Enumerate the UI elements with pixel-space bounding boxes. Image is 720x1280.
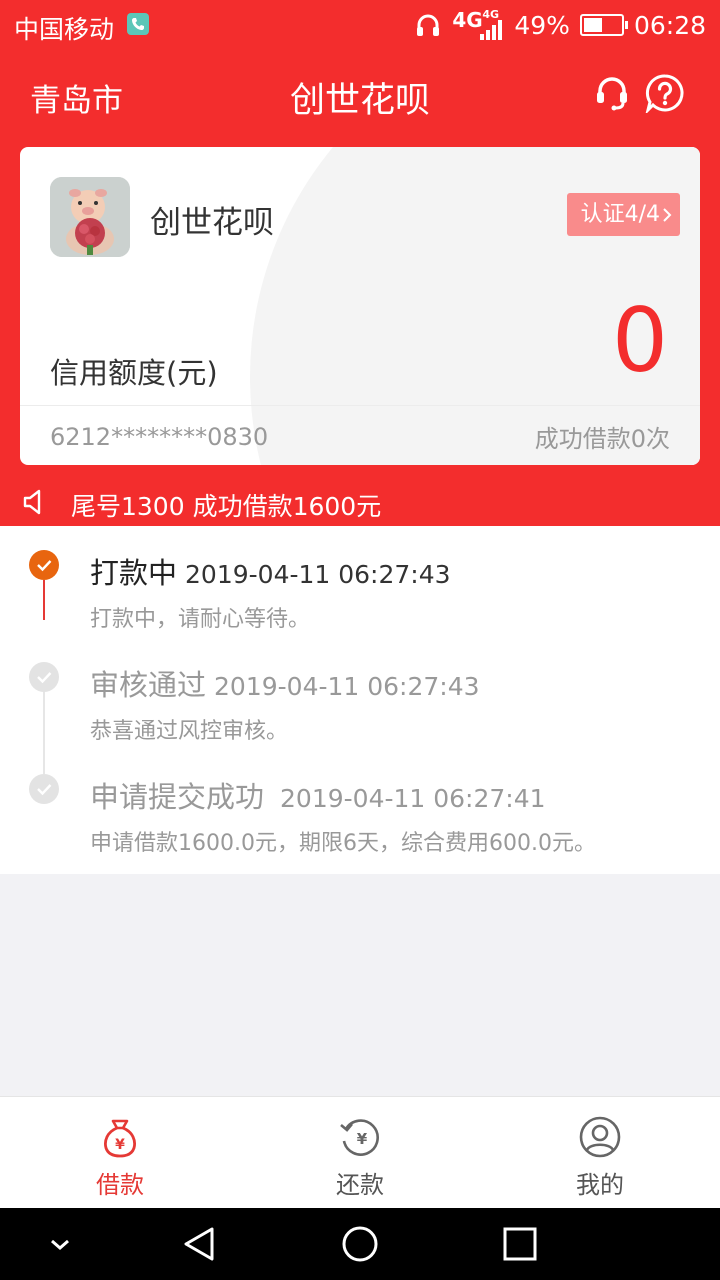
- timeline-time: 2019-04-11 06:27:41: [280, 784, 546, 813]
- timeline-desc: 打款中，请耐心等待。: [90, 607, 311, 632]
- network-type-primary: 4G: [452, 8, 483, 32]
- credit-limit-label: 信用额度(元): [50, 356, 218, 390]
- certification-label: 认证4/4: [580, 202, 660, 227]
- header: 青岛市 创世花呗 创世花呗 认证4/4 信用额度(元) 0 6212******…: [0, 50, 720, 526]
- credit-limit-value: 0: [612, 289, 668, 392]
- card-app-name: 创世花呗: [150, 205, 274, 241]
- timeline-desc: 申请借款1600.0元，期限6天，综合费用600.0元。: [90, 831, 596, 856]
- timeline-line: [43, 690, 45, 774]
- system-navigation-bar: [0, 1208, 720, 1280]
- loan-count: 成功借款0次: [534, 425, 670, 453]
- tab-label: 借款: [96, 1171, 144, 1199]
- clock: 06:28: [633, 10, 706, 40]
- svg-text:¥: ¥: [357, 1130, 368, 1148]
- tab-label: 还款: [336, 1171, 384, 1199]
- timeline-item: 申请提交成功 2019-04-11 06:27:41: [90, 774, 546, 816]
- timeline-dot-active: [29, 550, 59, 580]
- timeline-title: 审核通过: [90, 668, 207, 702]
- notice-text: 尾号1300 成功借款1600元: [71, 492, 382, 521]
- call-icon: [127, 13, 149, 35]
- tab-me[interactable]: 我的: [480, 1097, 720, 1209]
- bank-card-number: 6212********0830: [50, 423, 269, 451]
- home-icon[interactable]: [340, 1224, 380, 1264]
- timeline-item: 打款中 2019-04-11 06:27:43: [90, 550, 451, 592]
- svg-text:¥: ¥: [115, 1137, 125, 1153]
- timeline-title: 申请提交成功: [90, 780, 265, 814]
- repay-cycle-icon: ¥: [340, 1119, 379, 1156]
- credit-card: 创世花呗 认证4/4 信用额度(元) 0 6212********0830 成功…: [20, 147, 700, 465]
- speaker-icon: [23, 489, 41, 515]
- signal-icon: [480, 20, 503, 40]
- avatar: [50, 177, 130, 257]
- status-right: 4G 4G 49% 06:28: [414, 8, 706, 42]
- back-icon[interactable]: [180, 1224, 220, 1264]
- money-bag-icon: ¥: [104, 1119, 136, 1158]
- carrier-name: 中国移动: [14, 15, 115, 44]
- customer-service-icon[interactable]: [592, 73, 632, 113]
- tab-label: 我的: [576, 1171, 624, 1199]
- timeline-dot: [29, 774, 59, 804]
- timeline-dot: [29, 662, 59, 692]
- network-indicator: 4G 4G: [452, 8, 504, 42]
- battery-percent: 49%: [514, 10, 570, 40]
- status-bar: 中国移动 4G 4G 49% 06:28: [0, 0, 720, 50]
- bottom-tab-bar: ¥ 借款 ¥ 还款 我的: [0, 1096, 720, 1208]
- timeline-item: 审核通过 2019-04-11 06:27:43: [90, 662, 480, 704]
- card-divider: [20, 405, 700, 406]
- loan-progress-timeline: 打款中 2019-04-11 06:27:43 打款中，请耐心等待。 审核通过 20…: [0, 526, 720, 874]
- help-icon[interactable]: [645, 73, 685, 113]
- timeline-title: 打款中: [90, 556, 178, 590]
- tab-repay[interactable]: ¥ 还款: [240, 1097, 480, 1209]
- user-profile-icon: [579, 1116, 621, 1158]
- headphone-icon: [417, 14, 440, 36]
- tab-borrow[interactable]: ¥ 借款: [0, 1097, 240, 1209]
- chevron-right-icon: [663, 207, 672, 222]
- timeline-time: 2019-04-11 06:27:43: [214, 672, 480, 701]
- collapse-icon[interactable]: [40, 1224, 80, 1264]
- notice-bar: 尾号1300 成功借款1600元: [0, 480, 720, 526]
- timeline-line-active: [43, 580, 45, 620]
- recent-apps-icon[interactable]: [500, 1224, 540, 1264]
- timeline-time: 2019-04-11 06:27:43: [185, 560, 451, 589]
- certification-badge[interactable]: 认证4/4: [566, 193, 680, 236]
- battery-icon: [579, 14, 628, 36]
- timeline-desc: 恭喜通过风控审核。: [90, 719, 289, 744]
